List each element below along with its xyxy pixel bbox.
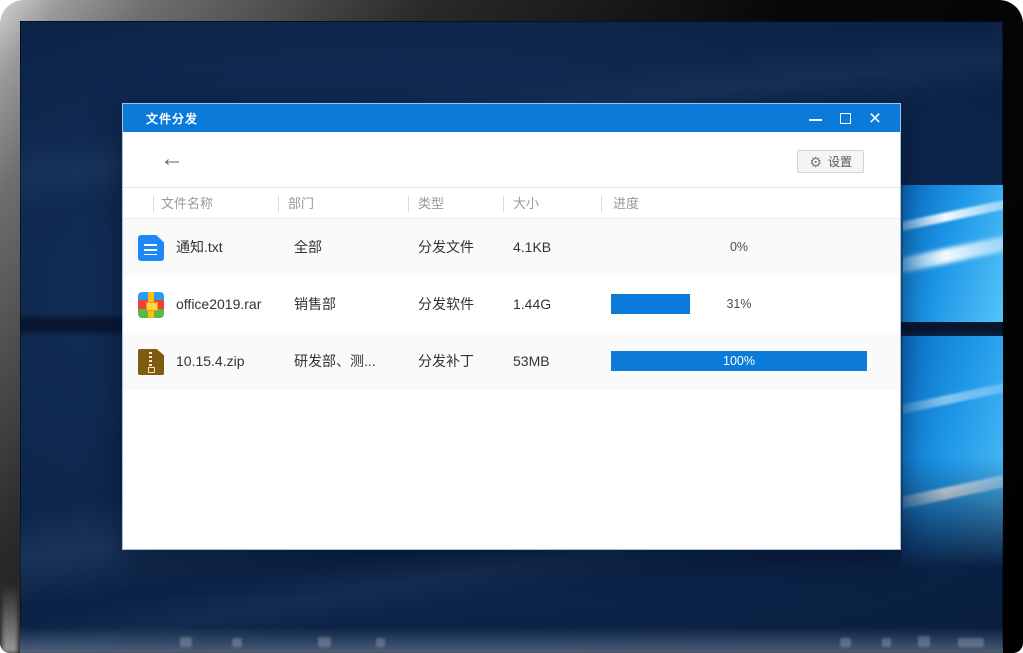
column-header-department: 部门: [288, 188, 314, 219]
table-row[interactable]: 通知.txt 全部 分发文件 4.1KB 0%: [123, 219, 900, 276]
light-streak: [901, 196, 1003, 236]
file-name: 通知.txt: [176, 219, 223, 276]
distribution-type: 分发补丁: [418, 333, 474, 390]
table-header: 文件名称 部门 类型 大小 进度: [123, 188, 900, 219]
progress-bar: 100%: [611, 351, 867, 371]
back-button[interactable]: ←: [157, 146, 187, 174]
light-streak: [901, 232, 1003, 278]
window-title: 文件分发: [146, 110, 198, 127]
desktop-wallpaper: 文件分发 × ← ⚙ 设置 文件名称: [20, 21, 1003, 653]
light-streak: [901, 471, 1003, 514]
department: 全部: [294, 219, 322, 276]
window-titlebar: 文件分发 ×: [123, 104, 900, 132]
progress-label: 31%: [611, 294, 867, 314]
progress-bar: 31%: [611, 294, 867, 314]
windows-logo-lower-pane: [901, 336, 1003, 568]
desktop-photo: 文件分发 × ← ⚙ 设置 文件名称: [0, 0, 1023, 653]
maximize-button[interactable]: [830, 104, 860, 132]
distribution-type: 分发软件: [418, 276, 474, 333]
back-arrow-icon: ←: [160, 145, 184, 172]
column-header-size: 大小: [513, 188, 539, 219]
file-size: 1.44G: [513, 276, 551, 333]
column-separator: [278, 196, 279, 212]
close-button[interactable]: ×: [860, 104, 890, 132]
column-header-progress: 进度: [613, 188, 639, 219]
column-separator: [601, 196, 602, 212]
table-body: 通知.txt 全部 分发文件 4.1KB 0% office2019.rar 销…: [123, 219, 900, 390]
tray-clock-blur: [958, 638, 984, 647]
windows-logo-upper-pane: [901, 185, 1003, 322]
column-separator: [503, 196, 504, 212]
file-name: office2019.rar: [176, 276, 261, 333]
column-separator: [408, 196, 409, 212]
tray-icon-blur: [840, 638, 851, 647]
bezel-highlight: [2, 583, 18, 653]
distribution-type: 分发文件: [418, 219, 474, 276]
minimize-button[interactable]: [800, 104, 830, 132]
taskbar-icon-blur: [318, 637, 331, 647]
table-row[interactable]: office2019.rar 销售部 分发软件 1.44G 31%: [123, 276, 900, 333]
taskbar-icon-blur: [180, 637, 192, 647]
file-distribution-window: 文件分发 × ← ⚙ 设置 文件名称: [122, 103, 901, 550]
file-size: 53MB: [513, 333, 550, 390]
txt-file-icon: [138, 235, 164, 261]
settings-button-label: 设置: [828, 153, 852, 170]
gear-icon: ⚙: [809, 155, 822, 169]
progress-label: 100%: [611, 351, 867, 371]
tray-icon-blur: [918, 636, 930, 647]
monitor-frame: 文件分发 × ← ⚙ 设置 文件名称: [0, 0, 1023, 653]
progress-bar: 0%: [611, 237, 867, 257]
file-size: 4.1KB: [513, 219, 551, 276]
light-streak: [901, 379, 1003, 419]
taskbar-icon-blur: [376, 638, 385, 647]
settings-button[interactable]: ⚙ 设置: [797, 150, 864, 173]
column-header-type: 类型: [418, 188, 444, 219]
table-row[interactable]: 10.15.4.zip 研发部、测... 分发补丁 53MB 100%: [123, 333, 900, 390]
taskbar-icon-blur: [232, 638, 242, 647]
minimize-icon: [809, 119, 822, 121]
blurred-taskbar: [20, 627, 1003, 653]
department: 研发部、测...: [294, 333, 376, 390]
toolbar: ← ⚙ 设置: [123, 132, 900, 188]
close-icon: ×: [869, 108, 881, 129]
rar-file-icon: [138, 292, 164, 318]
tray-icon-blur: [882, 638, 891, 647]
maximize-icon: [840, 113, 851, 124]
column-separator: [153, 196, 154, 212]
progress-label: 0%: [611, 237, 867, 257]
column-header-filename: 文件名称: [161, 188, 213, 219]
zip-file-icon: [138, 349, 164, 375]
window-controls: ×: [800, 104, 890, 132]
department: 销售部: [294, 276, 336, 333]
file-name: 10.15.4.zip: [176, 333, 245, 390]
